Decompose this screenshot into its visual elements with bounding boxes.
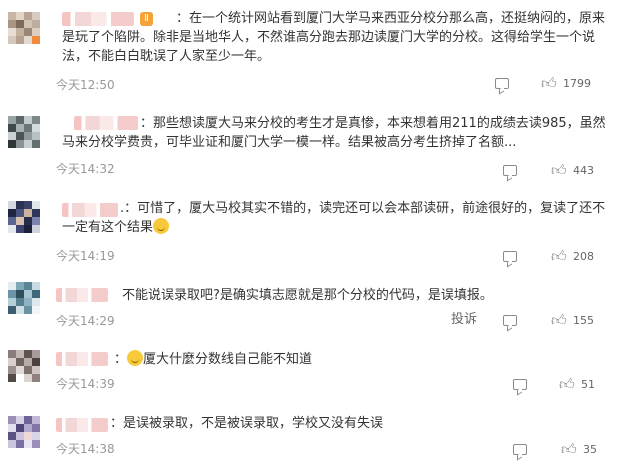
comment-icon[interactable]	[503, 315, 517, 326]
comment-text: .：可惜了，厦大马校其实不错的，读完还可以会本部读研，前途很好的，复读了还不一定…	[62, 201, 606, 235]
thumbs-up-icon[interactable]: 👍︎	[541, 74, 557, 92]
comment-item: Ⅱ ：在一个统计网站看到厦门大学马来西亚分校分那么高，还挺纳闷的，原来是玩了个陷…	[0, 0, 621, 100]
comment-time: 今天12:50	[56, 78, 115, 92]
comment-item: .：可惜了，厦大马校其实不错的，读完还可以会本部读研，前途很好的，复读了还不一定…	[0, 185, 621, 270]
like-count: 208	[573, 250, 594, 263]
comment-time: 今天14:39	[56, 377, 115, 391]
comment-actions: 👍︎ 35	[511, 440, 611, 458]
comment-text: ：在一个统计网站看到厦门大学马来西亚分校分那么高，还挺纳闷的，原来是玩了个陷阱。…	[62, 11, 606, 64]
thumbs-up-icon[interactable]: 👍︎	[551, 311, 567, 329]
comment-item: ：是误被录取，不是被误录取，学校又没有失误 今天14:38 👍︎ 35	[0, 400, 621, 465]
comment-icon[interactable]	[513, 444, 527, 455]
avatar[interactable]	[8, 116, 40, 148]
comment-actions: 投诉 👍︎ 155	[451, 311, 611, 329]
comment-text: ：那些想读厦大马来分校的考生才是真惨，本来想着用211的成绩去读985，虽然马来…	[62, 116, 606, 150]
comment-actions: 👍︎ 208	[499, 247, 611, 265]
comment-time: 今天14:19	[56, 249, 115, 263]
smile-emoji-icon	[153, 218, 170, 234]
like-count: 155	[573, 314, 594, 327]
report-button[interactable]: 投诉	[451, 311, 477, 329]
laugh-emoji-icon	[127, 350, 144, 366]
like-count: 1799	[563, 77, 591, 90]
thumbs-up-icon[interactable]: 👍︎	[551, 247, 567, 265]
comment-icon[interactable]	[495, 78, 509, 89]
thumbs-up-icon[interactable]: 👍︎	[559, 375, 575, 393]
like-count: 35	[583, 443, 597, 456]
comment-item: ：那些想读厦大马来分校的考生才是真惨，本来想着用211的成绩去读985，虽然马来…	[0, 100, 621, 185]
comment-actions: 👍︎ 1799	[491, 74, 611, 92]
comment-text: ：是误被录取，不是被误录取，学校又没有失误	[110, 416, 384, 431]
avatar[interactable]	[8, 201, 40, 233]
like-count: 51	[581, 378, 595, 391]
comment-icon[interactable]	[503, 165, 517, 176]
comment-icon[interactable]	[503, 251, 517, 262]
comment-text: ：厦大什麼分数线自己能不知道	[114, 350, 313, 367]
comment-time: 今天14:29	[56, 314, 115, 328]
avatar[interactable]	[8, 416, 40, 448]
avatar[interactable]	[8, 282, 40, 314]
username[interactable]	[56, 288, 108, 302]
comment-time: 今天14:32	[56, 162, 115, 176]
comment-actions: 👍︎ 51	[511, 375, 611, 393]
avatar[interactable]	[8, 350, 40, 382]
comment-item: 不能说误录取吧?是确实填志愿就是那个分校的代码，是误填报。 今天14:29 投诉…	[0, 270, 621, 340]
comment-item: ：厦大什麼分数线自己能不知道 今天14:39 👍︎ 51	[0, 340, 621, 400]
like-count: 443	[573, 164, 594, 177]
comment-icon[interactable]	[513, 379, 527, 390]
comment-text: 不能说误录取吧?是确实填志愿就是那个分校的代码，是误填报。	[122, 288, 493, 303]
comment-time: 今天14:38	[56, 442, 115, 456]
thumbs-up-icon[interactable]: 👍︎	[561, 440, 577, 458]
avatar[interactable]	[8, 12, 40, 44]
comment-actions: 👍︎ 443	[499, 161, 611, 179]
thumbs-up-icon[interactable]: 👍︎	[551, 161, 567, 179]
